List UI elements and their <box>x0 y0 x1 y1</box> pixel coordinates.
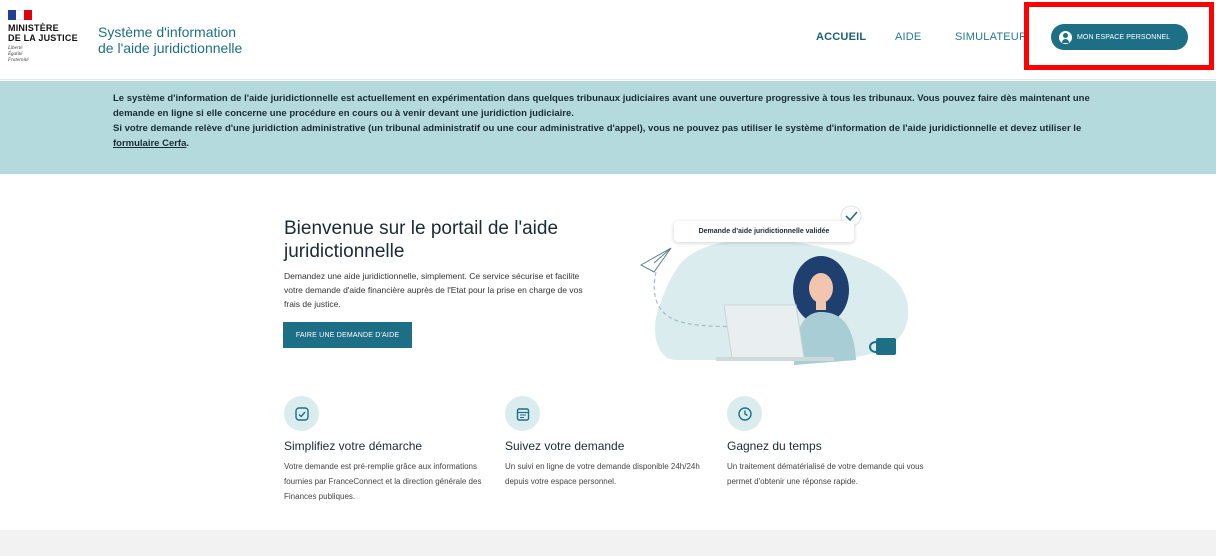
nav-accueil[interactable]: ACCUEIL <box>816 31 866 43</box>
site-title[interactable]: Système d'information de l'aide juridict… <box>98 24 242 56</box>
logo-motto: Liberté Égalité Fraternité <box>8 46 29 63</box>
ministry-logo[interactable]: MINISTÈRE DE LA JUSTICE Liberté Égalité … <box>8 10 88 72</box>
feature-title: Simplifiez votre démarche <box>284 439 423 453</box>
checklist-icon <box>284 396 319 431</box>
banner-line-2: Si votre demande relève d'une juridictio… <box>113 123 1082 149</box>
paper-plane-icon <box>639 247 672 273</box>
info-banner: Le système d'information de l'aide jurid… <box>0 81 1216 174</box>
clock-icon <box>727 396 762 431</box>
feature-title: Suivez votre demande <box>505 439 625 453</box>
hero-description: Demandez une aide juridictionnelle, simp… <box>284 271 583 309</box>
feature-simplifiez: Simplifiez votre démarche Votre demande … <box>284 396 494 504</box>
espace-button-label: MON ESPACE PERSONNEL <box>1077 33 1171 41</box>
nav-aide[interactable]: AIDE <box>895 31 921 43</box>
banner-text: Le système d'information de l'aide jurid… <box>113 91 1113 151</box>
faire-une-demande-button[interactable]: FAIRE UNE DEMANDE D'AIDE <box>283 322 412 348</box>
mon-espace-personnel-button[interactable]: MON ESPACE PERSONNEL <box>1051 24 1188 50</box>
feature-gagnez: Gagnez du temps Un traitement dématérial… <box>727 396 937 489</box>
banner-line-1: Le système d'information de l'aide jurid… <box>113 93 1090 119</box>
logo-title: MINISTÈRE DE LA JUSTICE <box>8 23 78 43</box>
calendar-icon <box>505 396 540 431</box>
nav-simulateur[interactable]: SIMULATEUR <box>955 31 1027 43</box>
validation-badge: Demande d'aide juridictionnelle validée <box>674 221 854 242</box>
feature-title: Gagnez du temps <box>727 439 822 453</box>
page-frame: MINISTÈRE DE LA JUSTICE Liberté Égalité … <box>0 0 1216 530</box>
feature-description: Votre demande est pré-remplie grâce aux … <box>284 462 482 501</box>
feature-description: Un traitement dématérialisé de votre dem… <box>727 462 924 486</box>
user-icon <box>1059 30 1072 44</box>
french-flag-icon <box>8 10 32 20</box>
formulaire-cerfa-link[interactable]: formulaire Cerfa <box>113 138 186 149</box>
header: MINISTÈRE DE LA JUSTICE Liberté Égalité … <box>0 0 1216 80</box>
hero-title: Bienvenue sur le portail de l'aide jurid… <box>284 218 559 262</box>
feature-description: Un suivi en ligne de votre demande dispo… <box>505 462 700 486</box>
feature-suivez: Suivez votre demande Un suivi en ligne d… <box>505 396 715 489</box>
